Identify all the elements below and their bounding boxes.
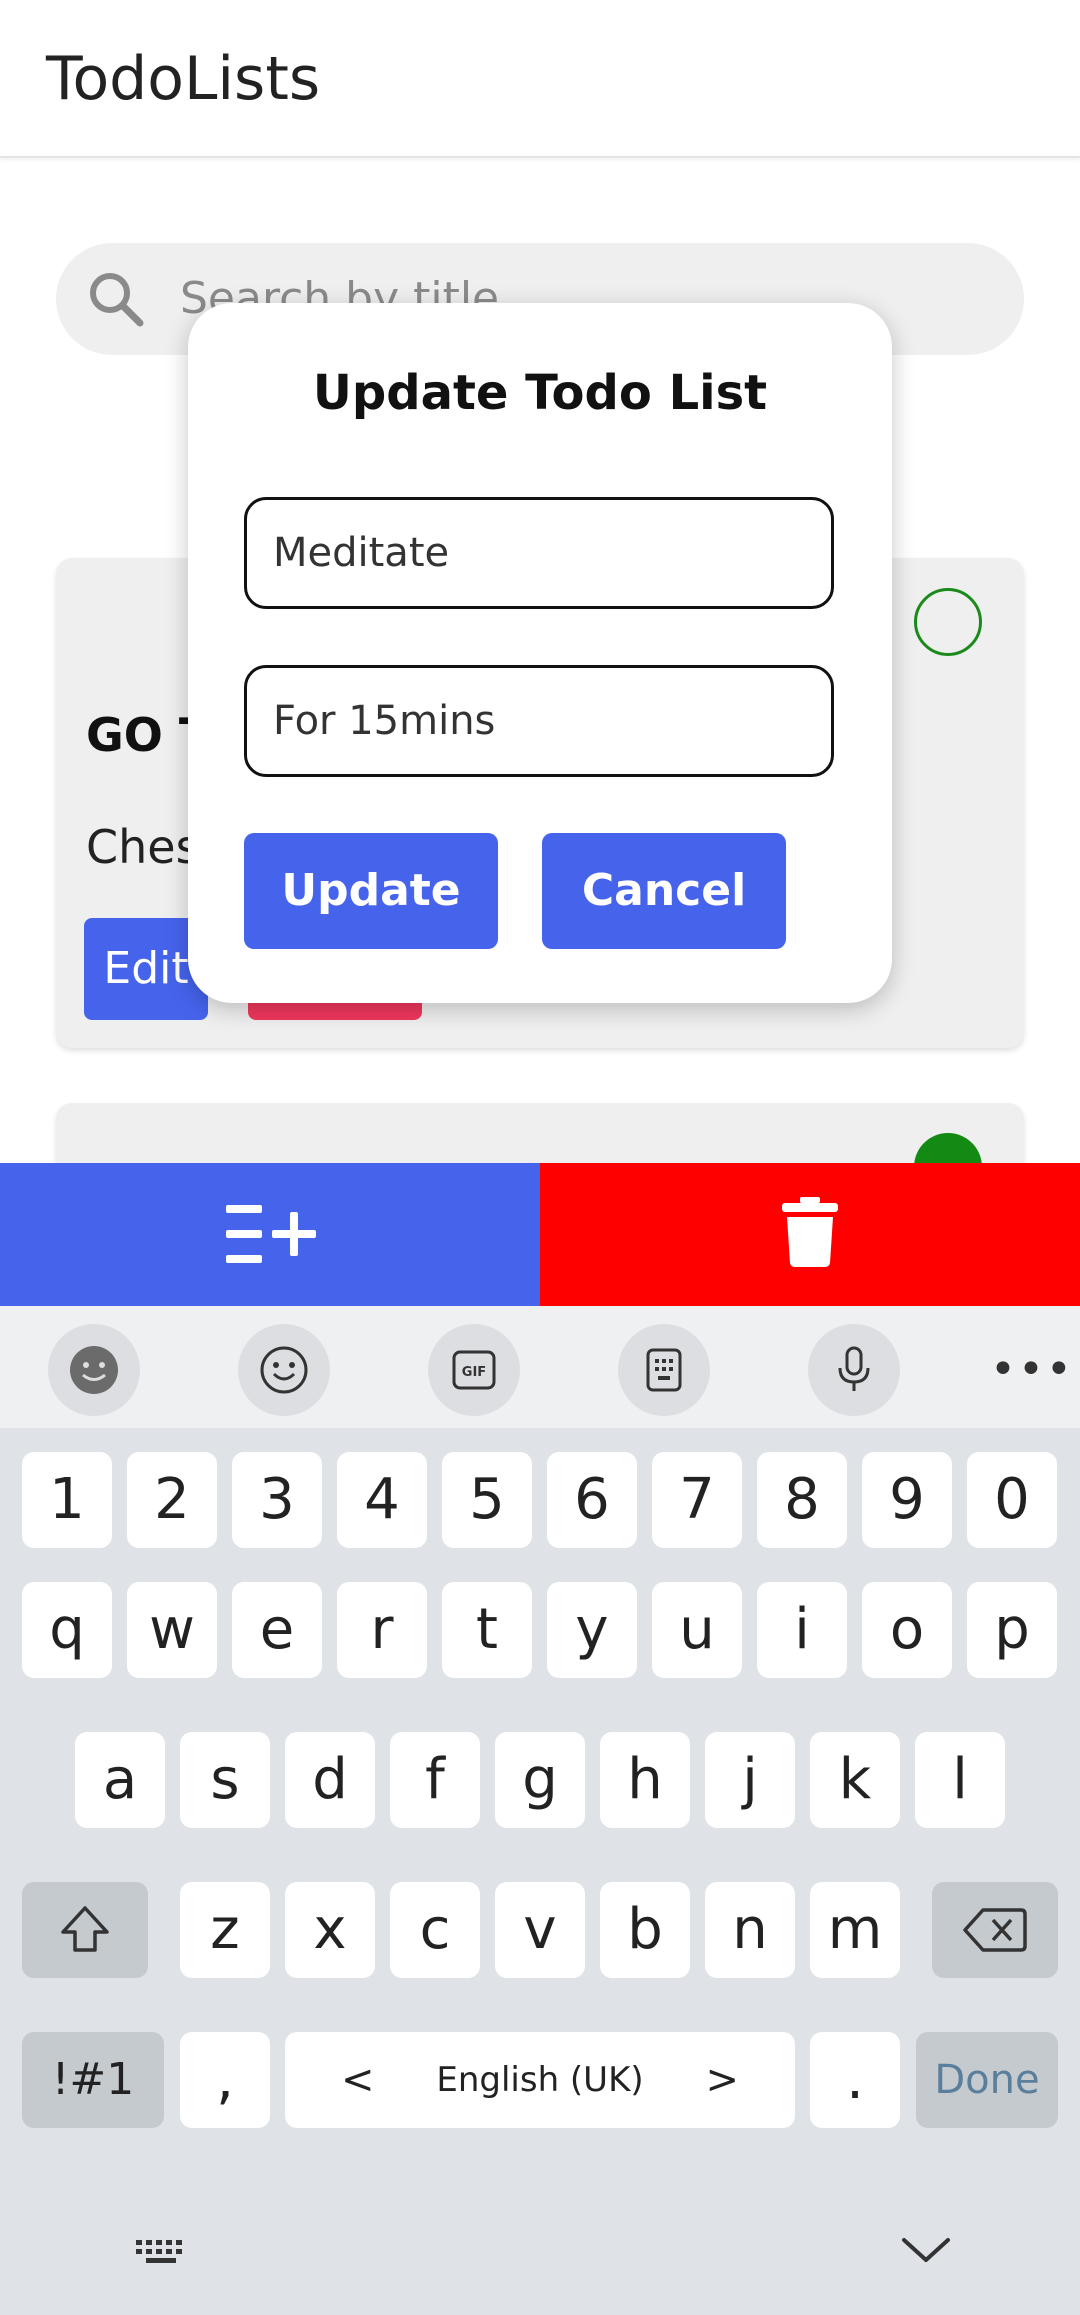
symbols-key[interactable]: !#1 — [22, 2032, 164, 2128]
key-r[interactable]: r — [337, 1582, 427, 1678]
update-todo-dialog: Update Todo List Meditate For 15mins Upd… — [188, 303, 892, 1003]
key-n[interactable]: n — [705, 1882, 795, 1978]
voice-input-button[interactable] — [808, 1324, 900, 1416]
key-0[interactable]: 0 — [967, 1452, 1057, 1548]
key-k[interactable]: k — [810, 1732, 900, 1828]
key-i[interactable]: i — [757, 1582, 847, 1678]
add-todo-button[interactable] — [0, 1163, 540, 1306]
key-z[interactable]: z — [180, 1882, 270, 1978]
soft-keyboard: GIF ••• 1 2 3 4 5 6 7 8 9 0 q w e r t y … — [0, 1306, 1080, 2315]
hide-keyboard-icon[interactable] — [900, 2232, 952, 2268]
key-h[interactable]: h — [600, 1732, 690, 1828]
key-g[interactable]: g — [495, 1732, 585, 1828]
key-p[interactable]: p — [967, 1582, 1057, 1678]
shift-key[interactable] — [22, 1882, 148, 1978]
key-f[interactable]: f — [390, 1732, 480, 1828]
key-d[interactable]: d — [285, 1732, 375, 1828]
key-6[interactable]: 6 — [547, 1452, 637, 1548]
key-x[interactable]: x — [285, 1882, 375, 1978]
shift-icon — [61, 1906, 109, 1952]
key-b[interactable]: b — [600, 1882, 690, 1978]
key-e[interactable]: e — [232, 1582, 322, 1678]
key-q[interactable]: q — [22, 1582, 112, 1678]
backspace-icon — [963, 1908, 1027, 1952]
language-left-arrow: < — [341, 2057, 375, 2103]
emoji-sticker-icon — [70, 1346, 118, 1394]
add-list-icon — [226, 1205, 316, 1263]
search-icon — [90, 273, 144, 327]
key-4[interactable]: 4 — [337, 1452, 427, 1548]
key-o[interactable]: o — [862, 1582, 952, 1678]
key-c[interactable]: c — [390, 1882, 480, 1978]
emoji-sticker-button[interactable] — [48, 1324, 140, 1416]
key-w[interactable]: w — [127, 1582, 217, 1678]
gif-icon: GIF — [452, 1350, 496, 1390]
key-9[interactable]: 9 — [862, 1452, 952, 1548]
svg-text:GIF: GIF — [462, 1365, 486, 1380]
period-key[interactable]: . — [810, 2032, 900, 2128]
space-language-label: English (UK) — [436, 2060, 644, 2100]
complete-toggle[interactable] — [914, 588, 982, 656]
key-1[interactable]: 1 — [22, 1452, 112, 1548]
emoji-button[interactable] — [238, 1324, 330, 1416]
dialog-title: Update Todo List — [312, 365, 768, 421]
key-y[interactable]: y — [547, 1582, 637, 1678]
key-j[interactable]: j — [705, 1732, 795, 1828]
key-m[interactable]: m — [810, 1882, 900, 1978]
app-title: TodoLists — [46, 44, 321, 114]
comma-key[interactable]: , — [180, 2032, 270, 2128]
key-l[interactable]: l — [915, 1732, 1005, 1828]
trash-icon — [782, 1197, 838, 1267]
key-a[interactable]: a — [75, 1732, 165, 1828]
key-8[interactable]: 8 — [757, 1452, 847, 1548]
cancel-button[interactable]: Cancel — [542, 833, 786, 949]
app-bar: TodoLists — [0, 0, 1080, 158]
language-right-arrow: > — [705, 2057, 739, 2103]
update-button[interactable]: Update — [244, 833, 498, 949]
key-s[interactable]: s — [180, 1732, 270, 1828]
key-3[interactable]: 3 — [232, 1452, 322, 1548]
app-screen: TodoLists Search by title GO T Ches Edit — [0, 0, 1080, 2315]
key-t[interactable]: t — [442, 1582, 532, 1678]
key-2[interactable]: 2 — [127, 1452, 217, 1548]
delete-all-button[interactable] — [540, 1163, 1080, 1306]
backspace-key[interactable] — [932, 1882, 1058, 1978]
keyboard-toolbar: GIF ••• — [0, 1306, 1080, 1428]
done-key[interactable]: Done — [916, 2032, 1058, 2128]
key-u[interactable]: u — [652, 1582, 742, 1678]
key-5[interactable]: 5 — [442, 1452, 532, 1548]
clipboard-icon — [646, 1348, 682, 1392]
microphone-icon — [838, 1346, 870, 1391]
keyboard-switch-icon[interactable] — [134, 2236, 190, 2268]
smiley-icon — [260, 1346, 308, 1394]
clipboard-button[interactable] — [618, 1324, 710, 1416]
space-key[interactable]: < English (UK) > — [285, 2032, 795, 2128]
description-field[interactable]: For 15mins — [244, 665, 834, 777]
todo-description: Ches — [86, 820, 200, 874]
bottom-action-bar — [0, 1163, 1080, 1306]
gif-button[interactable]: GIF — [428, 1324, 520, 1416]
key-v[interactable]: v — [495, 1882, 585, 1978]
title-field[interactable]: Meditate — [244, 497, 834, 609]
more-icon[interactable]: ••• — [990, 1344, 1074, 1395]
key-7[interactable]: 7 — [652, 1452, 742, 1548]
